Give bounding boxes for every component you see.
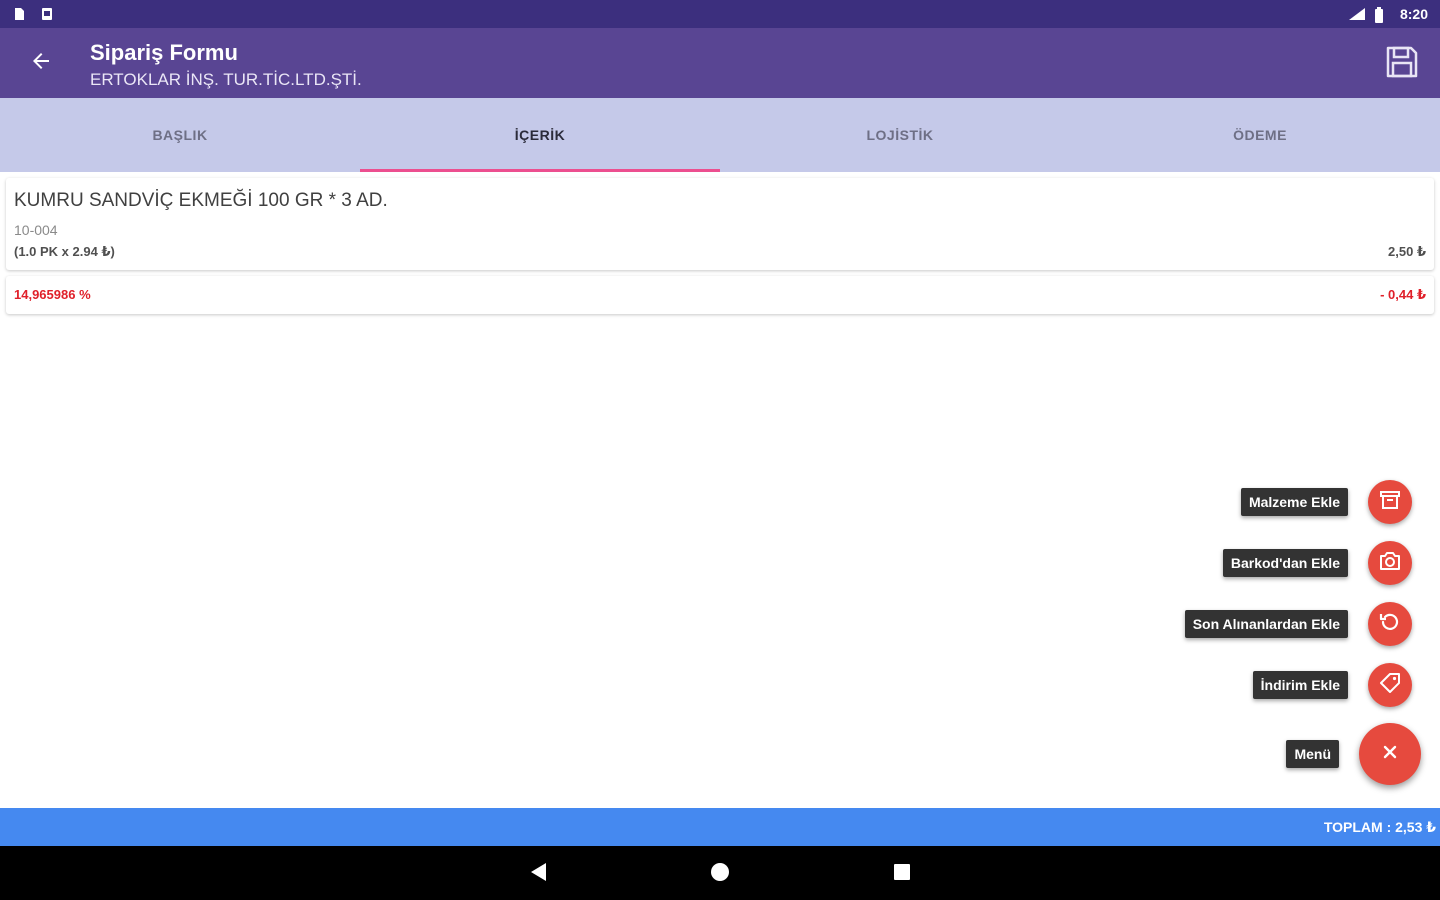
tab-baslik[interactable]: BAŞLIK [0, 98, 360, 172]
order-item-card[interactable]: KUMRU SANDVİÇ EKMEĞİ 100 GR * 3 AD. 10-0… [6, 178, 1434, 270]
fab-label-menu[interactable]: Menü [1286, 740, 1339, 768]
square-recents-icon [892, 862, 912, 887]
item-code: 10-004 [14, 222, 58, 238]
discount-amount: - 0,44 ₺ [1380, 287, 1426, 302]
item-price: 2,50 ₺ [1388, 244, 1426, 259]
notification-icon [40, 7, 54, 21]
save-button[interactable] [1380, 42, 1424, 86]
fab-item-indirim-ekle: İndirim Ekle [1252, 663, 1412, 707]
add-material-button[interactable] [1368, 480, 1412, 524]
circle-home-icon [709, 861, 731, 888]
fab-label-malzeme-ekle[interactable]: Malzeme Ekle [1240, 488, 1348, 516]
fab-item-malzeme-ekle: Malzeme Ekle [1240, 480, 1412, 524]
page-subtitle: ERTOKLAR İNŞ. TUR.TİC.LTD.ŞTİ. [90, 70, 362, 89]
nav-back-button[interactable] [524, 860, 552, 888]
fab-label-son-alinanlar[interactable]: Son Alınanlardan Ekle [1184, 610, 1348, 638]
arrow-back-icon [29, 49, 53, 78]
signal-icon [1348, 7, 1365, 21]
system-nav-bar [0, 846, 1440, 900]
sd-card-icon [12, 7, 26, 21]
close-icon [1381, 741, 1399, 767]
fab-main-row: Menü [1286, 723, 1421, 785]
status-bar: 8:20 [0, 0, 1440, 28]
page-title: Sipariş Formu [90, 40, 238, 65]
add-recent-button[interactable] [1368, 602, 1412, 646]
status-time: 8:20 [1399, 6, 1428, 22]
camera-icon [1378, 549, 1402, 578]
battery-icon [1374, 7, 1388, 23]
tab-odeme[interactable]: ÖDEME [1080, 98, 1440, 172]
fab-label-indirim-ekle[interactable]: İndirim Ekle [1252, 671, 1348, 699]
add-discount-button[interactable] [1368, 663, 1412, 707]
total-bar: TOPLAM : 2,53 ₺ [0, 808, 1440, 846]
item-quantity: (1.0 PK x 2.94 ₺) [14, 244, 115, 259]
history-icon [1378, 610, 1402, 639]
fab-item-son-alinanlar: Son Alınanlardan Ekle [1184, 602, 1412, 646]
tab-icerik[interactable]: İÇERİK [360, 98, 720, 172]
tab-bar: BAŞLIK İÇERİK LOJİSTİK ÖDEME [0, 98, 1440, 172]
tag-icon [1378, 671, 1402, 700]
discount-card[interactable]: 14,965986 % - 0,44 ₺ [6, 276, 1434, 314]
add-barcode-button[interactable] [1368, 541, 1412, 585]
nav-home-button[interactable] [706, 860, 734, 888]
tab-lojistik[interactable]: LOJİSTİK [720, 98, 1080, 172]
item-name: KUMRU SANDVİÇ EKMEĞİ 100 GR * 3 AD. [14, 190, 388, 211]
archive-icon [1378, 488, 1402, 517]
fab-item-barkod-ekle: Barkod'dan Ekle [1222, 541, 1412, 585]
triangle-back-icon [528, 861, 548, 888]
menu-fab-button[interactable] [1359, 723, 1421, 785]
discount-rate: 14,965986 % [14, 287, 91, 302]
app-bar: Sipariş Formu ERTOKLAR İNŞ. TUR.TİC.LTD.… [0, 28, 1440, 98]
back-button[interactable] [20, 42, 62, 84]
fab-label-barkod-ekle[interactable]: Barkod'dan Ekle [1222, 549, 1348, 577]
total-amount: TOPLAM : 2,53 ₺ [1323, 818, 1436, 835]
save-icon [1384, 44, 1420, 85]
nav-recents-button[interactable] [888, 860, 916, 888]
